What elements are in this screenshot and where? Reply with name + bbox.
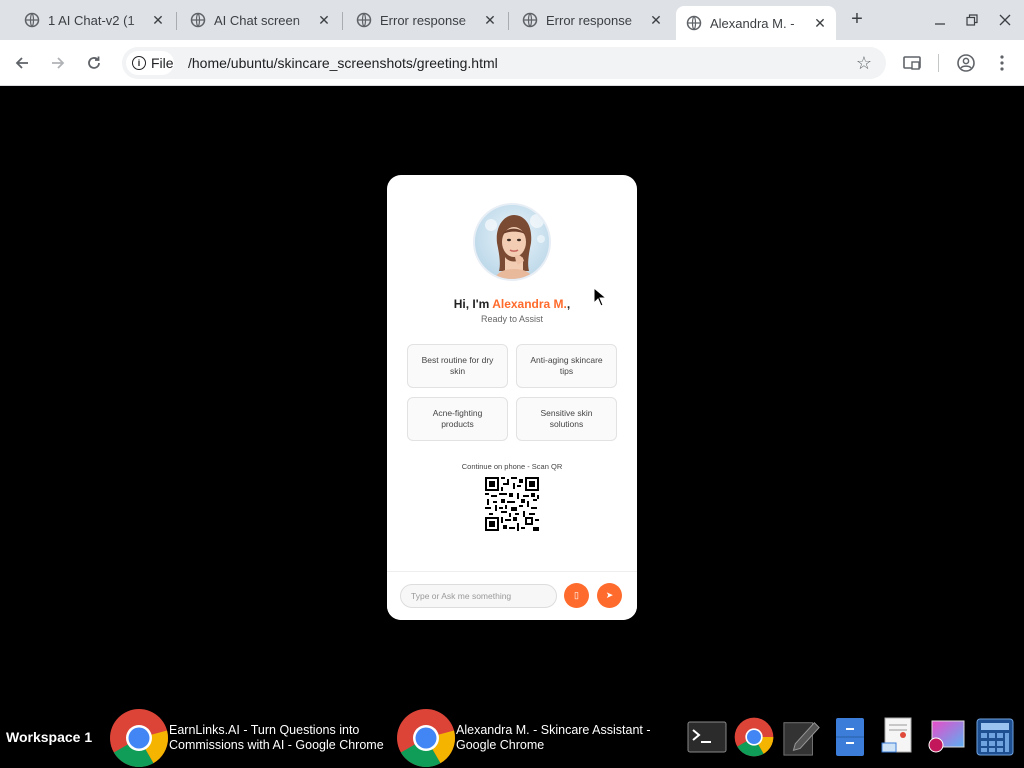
- bookmark-star-icon[interactable]: ☆: [856, 54, 872, 72]
- close-icon[interactable]: ✕: [150, 12, 166, 28]
- tab-divider: [342, 12, 343, 30]
- media-router-icon: [903, 56, 921, 70]
- forward-button[interactable]: [46, 51, 70, 75]
- close-window-button[interactable]: [995, 10, 1015, 30]
- globe-icon: [686, 15, 702, 31]
- profile-icon: [957, 54, 975, 72]
- minimize-button[interactable]: [930, 10, 950, 30]
- taskbar-item-earnlinks[interactable]: EarnLinks.AI - Turn Questions into Commi…: [109, 708, 389, 768]
- tab-title: Alexandra M. -: [710, 15, 795, 31]
- chat-input-bar: ▯ ➤: [387, 571, 637, 620]
- greeting-suffix: ,: [566, 297, 571, 311]
- chat-message-input[interactable]: [400, 584, 557, 608]
- tab-3[interactable]: Error response ✕: [346, 6, 506, 34]
- close-icon[interactable]: ✕: [812, 15, 828, 31]
- back-button[interactable]: [10, 51, 34, 75]
- taskbar-item-title: EarnLinks.AI - Turn Questions into Commi…: [169, 723, 384, 752]
- reload-button[interactable]: [82, 51, 106, 75]
- suggestion-chip-sensitive-skin[interactable]: Sensitive skin solutions: [516, 397, 617, 441]
- tab-title: Error response: [380, 12, 466, 28]
- document-viewer-launcher[interactable]: [878, 717, 918, 757]
- close-icon[interactable]: ✕: [316, 12, 332, 28]
- tab-5-active[interactable]: Alexandra M. - ✕: [676, 6, 836, 40]
- close-icon[interactable]: ✕: [482, 12, 498, 28]
- tab-1[interactable]: 1 AI Chat-v2 (1 ✕: [14, 6, 174, 34]
- browser-toolbar: i File /home/ubuntu/skincare_screenshots…: [0, 40, 1024, 86]
- page-viewport: Hi, I'm Alexandra M., Ready to Assist Be…: [0, 87, 1024, 707]
- tab-divider: [176, 12, 177, 30]
- document-viewer-icon: [881, 717, 912, 753]
- tab-2[interactable]: AI Chat screen ✕: [180, 6, 340, 34]
- back-arrow-icon: [15, 57, 28, 69]
- menu-button[interactable]: [990, 51, 1014, 75]
- close-icon[interactable]: ✕: [648, 12, 664, 28]
- assistant-name: Alexandra M.: [492, 297, 567, 311]
- assistant-status: Ready to Assist: [480, 314, 544, 324]
- tab-title: 1 AI Chat-v2 (1: [48, 12, 135, 28]
- tab-title: Error response: [546, 12, 632, 28]
- toolbar-divider: [938, 54, 939, 72]
- address-bar[interactable]: i File /home/ubuntu/skincare_screenshots…: [122, 47, 886, 79]
- microphone-button[interactable]: ▯: [564, 583, 589, 608]
- file-cabinet-icon: [836, 718, 864, 756]
- chrome-icon: [734, 717, 774, 757]
- taskbar-item-title: Alexandra M. - Skincare Assistant - Goog…: [456, 723, 651, 752]
- reload-icon: [88, 56, 100, 69]
- qr-caption: Continue on phone - Scan QR: [461, 462, 563, 471]
- workspace-label[interactable]: Workspace 1: [6, 729, 92, 745]
- tab-4[interactable]: Error response ✕: [512, 6, 672, 34]
- image-viewer-icon: [928, 720, 965, 753]
- globe-icon: [24, 12, 40, 28]
- image-viewer-launcher[interactable]: [926, 717, 966, 757]
- file-manager-launcher[interactable]: [830, 717, 870, 757]
- forward-arrow-icon: [52, 57, 65, 69]
- url-text[interactable]: /home/ubuntu/skincare_screenshots/greeti…: [188, 55, 498, 71]
- taskbar-item-alexandra[interactable]: Alexandra M. - Skincare Assistant - Goog…: [396, 708, 676, 768]
- avatar: [473, 203, 551, 281]
- chat-widget: Hi, I'm Alexandra M., Ready to Assist Be…: [387, 175, 637, 620]
- suggestion-chip-anti-aging[interactable]: Anti-aging skincare tips: [516, 344, 617, 388]
- text-editor-icon: [783, 722, 820, 756]
- site-info-chip[interactable]: i File: [126, 51, 174, 75]
- calculator-icon: [976, 718, 1014, 756]
- globe-icon: [356, 12, 372, 28]
- tab-title: AI Chat screen: [214, 12, 300, 28]
- terminal-icon: [687, 721, 727, 753]
- microphone-icon: ▯: [574, 590, 579, 600]
- globe-icon: [190, 12, 206, 28]
- send-button[interactable]: ➤: [597, 583, 622, 608]
- site-info-label: File: [151, 55, 174, 71]
- greeting-prefix: Hi, I'm: [453, 297, 493, 311]
- globe-icon: [522, 12, 538, 28]
- close-icon: [999, 14, 1011, 26]
- chrome-launcher[interactable]: [734, 717, 774, 757]
- info-icon: i: [132, 56, 146, 70]
- tab-strip: 1 AI Chat-v2 (1 ✕ AI Chat screen ✕ Error…: [0, 0, 1024, 40]
- mouse-cursor-icon: [593, 287, 607, 307]
- restore-icon: [966, 14, 978, 26]
- kebab-menu-icon: [1000, 55, 1004, 71]
- assistant-portrait-image: [475, 205, 549, 279]
- suggestion-chip-dry-skin[interactable]: Best routine for dry skin: [407, 344, 508, 388]
- chrome-icon: [110, 709, 168, 767]
- tab-divider: [508, 12, 509, 30]
- text-editor-launcher[interactable]: [782, 717, 822, 757]
- profile-button[interactable]: [954, 51, 978, 75]
- cast-button[interactable]: [900, 51, 924, 75]
- minimize-icon: [935, 23, 945, 25]
- chrome-icon: [397, 709, 455, 767]
- terminal-launcher[interactable]: [687, 717, 727, 757]
- restore-button[interactable]: [962, 10, 982, 30]
- new-tab-button[interactable]: +: [846, 9, 868, 31]
- suggestion-chip-acne[interactable]: Acne-fighting products: [407, 397, 508, 441]
- qr-code-image: [485, 477, 539, 531]
- taskbar: Workspace 1 EarnLinks.AI - Turn Question…: [0, 707, 1024, 768]
- send-icon: ➤: [605, 590, 614, 600]
- calculator-launcher[interactable]: [975, 717, 1015, 757]
